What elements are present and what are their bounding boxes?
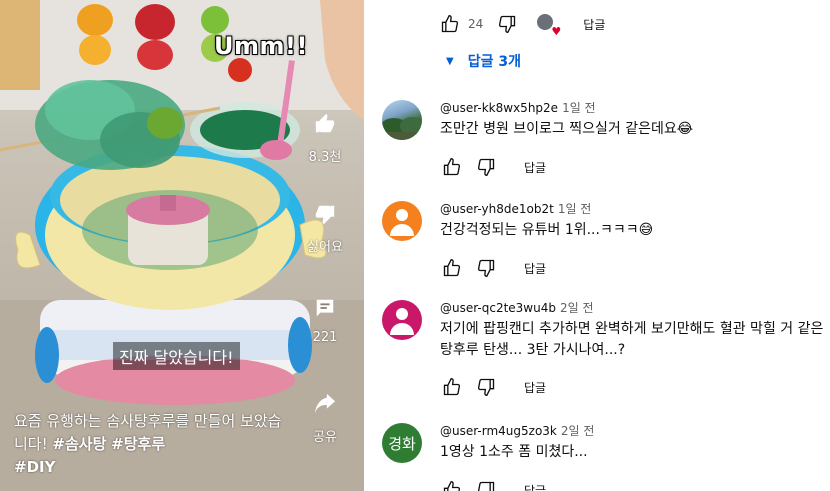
thumbs-down-icon[interactable]: [474, 256, 498, 280]
parent-comment-actions: 24 ♥ 답글: [438, 12, 605, 38]
comment-header: @user-rm4ug5zo3k 2일 전: [440, 422, 594, 439]
video-share-label: 공유: [313, 430, 337, 445]
comment-timestamp[interactable]: 2일 전: [560, 301, 594, 315]
reply-button[interactable]: 답글: [583, 16, 605, 33]
thumbs-down-icon[interactable]: [474, 478, 498, 491]
comment-actions: 답글: [440, 375, 546, 399]
comment-timestamp[interactable]: 2일 전: [561, 424, 595, 438]
thumbs-up-icon[interactable]: [440, 375, 464, 399]
avatar-initials: 경화: [388, 434, 416, 453]
thumbs-down-icon[interactable]: [474, 375, 498, 399]
video-overlay-text: Umm!!: [214, 32, 308, 60]
comments-panel: 24 ♥ 답글 ▼ 답글 3개 @user-kk8wx5hp2e 1일 전 조만간…: [364, 0, 830, 491]
green-cotton-candy: [35, 80, 185, 170]
comment-timestamp[interactable]: 1일 전: [562, 101, 596, 115]
avatar[interactable]: 경화: [382, 423, 422, 463]
video-share-button[interactable]: 공유: [298, 386, 352, 445]
comment-header: @user-qc2te3wu4b 2일 전: [440, 299, 594, 316]
comment-actions: 답글: [440, 256, 546, 280]
avatar[interactable]: [382, 300, 422, 340]
comment-icon: [307, 290, 343, 326]
comment-text: 건강걱정되는 유튜버 1위...ㅋㅋㅋ😅: [440, 222, 654, 238]
comment-text: 조만간 병원 브이로그 찍으실거 같은데요😂: [440, 121, 694, 137]
caret-down-icon: ▼: [446, 55, 454, 67]
hashtag-link[interactable]: #솜사탕: [52, 435, 106, 453]
video-comments-button[interactable]: 221: [298, 290, 352, 345]
avatar[interactable]: [382, 201, 422, 241]
avatar[interactable]: [382, 100, 422, 140]
share-icon: [307, 386, 343, 422]
view-replies-toggle[interactable]: ▼ 답글 3개: [446, 51, 521, 71]
video-subtitle: 진짜 달았습니다!: [113, 342, 240, 370]
comment-actions: 답글: [440, 155, 546, 179]
reply-button[interactable]: 답글: [524, 379, 546, 396]
thumbs-down-icon: [307, 196, 343, 232]
reply-button[interactable]: 답글: [524, 260, 546, 277]
comment-header: @user-kk8wx5hp2e 1일 전: [440, 99, 596, 116]
thumbs-down-icon[interactable]: [474, 155, 498, 179]
thumbs-up-icon[interactable]: [440, 256, 464, 280]
thumbs-up-icon[interactable]: [440, 478, 464, 491]
heart-icon: ♥: [551, 25, 562, 38]
shorts-video-player[interactable]: Umm!! 진짜 달았습니다! 요즘 유행하는 솜사탕후루를 만들어 보았습니다…: [0, 0, 364, 491]
hashtag-link[interactable]: #탕후루: [111, 435, 165, 453]
video-description: 요즘 유행하는 솜사탕후루를 만들어 보았습니다! #솜사탕 #탕후루 #DIY: [14, 410, 294, 479]
comment-actions: 답글: [440, 478, 546, 491]
comment-author[interactable]: @user-yh8de1ob2t: [440, 202, 554, 216]
reply-button[interactable]: 답글: [524, 159, 546, 176]
comment-author[interactable]: @user-kk8wx5hp2e: [440, 101, 558, 115]
thumbs-down-icon[interactable]: [495, 12, 519, 36]
video-dislike-label: 싫어요: [307, 240, 343, 255]
comment-text: 1영상 1소주 폼 미쳤다...: [440, 444, 588, 460]
thumbs-up-icon: [307, 106, 343, 142]
hashtag-link[interactable]: #DIY: [14, 458, 55, 476]
thumbs-up-icon[interactable]: [440, 155, 464, 179]
comment-timestamp[interactable]: 1일 전: [558, 202, 592, 216]
reply-button[interactable]: 답글: [524, 482, 546, 491]
creator-heart-badge: ♥: [537, 14, 561, 38]
replies-count-label: 답글 3개: [467, 54, 521, 70]
parent-like-count: 24: [468, 17, 484, 31]
comment-header: @user-yh8de1ob2t 1일 전: [440, 200, 591, 217]
video-like-button[interactable]: 8.3천: [298, 106, 352, 165]
video-dislike-button[interactable]: 싫어요: [298, 196, 352, 255]
video-comment-count: 221: [312, 330, 338, 345]
comment-text: 저기에 팝핑캔디 추가하면 완벽하게 보기만해도 혈관 막힐 거 같은 탕후루 …: [440, 321, 824, 358]
comment-author[interactable]: @user-qc2te3wu4b: [440, 301, 556, 315]
thumbs-up-icon[interactable]: [438, 12, 462, 36]
comment-author[interactable]: @user-rm4ug5zo3k: [440, 424, 557, 438]
video-like-count: 8.3천: [308, 150, 342, 165]
